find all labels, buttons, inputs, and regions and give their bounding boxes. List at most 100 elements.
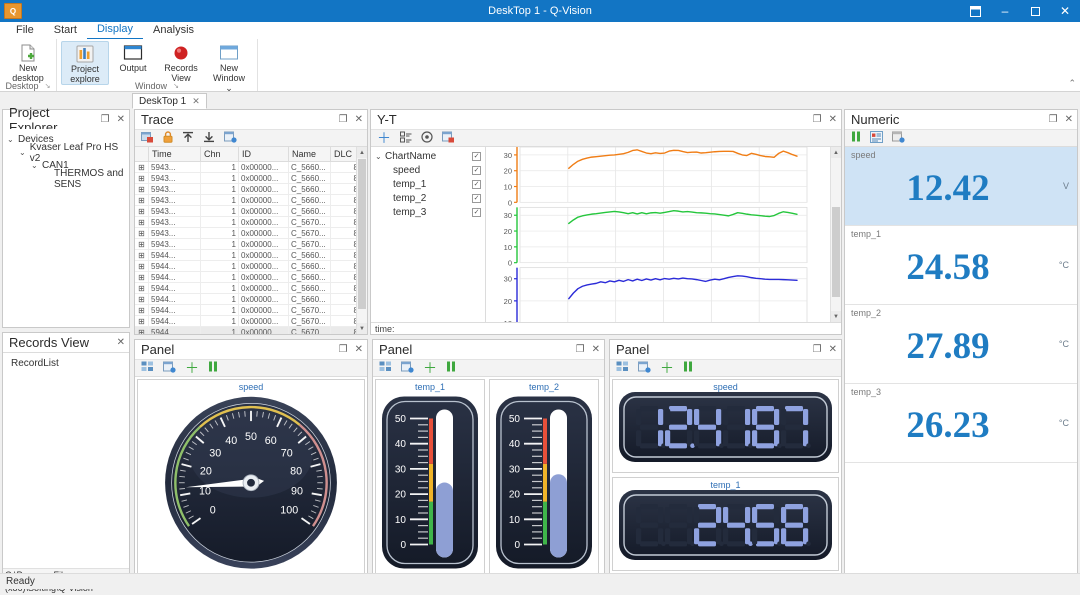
thermometer-widget-temp1[interactable]: temp_1 01020304050 (375, 379, 485, 579)
table-row[interactable]: ⊞5943...10x00000...C_5670...8EE 7F F... (135, 228, 367, 239)
trace-close-button[interactable]: ✕ (355, 115, 363, 125)
add-widget-icon[interactable] (638, 361, 651, 376)
add-signal-icon[interactable]: ＋ (377, 132, 391, 144)
yt-checkbox-temp2[interactable]: ✓ (472, 194, 481, 203)
add-widget-icon[interactable] (163, 361, 176, 376)
scroll-up-icon[interactable]: ▲ (831, 147, 841, 158)
table-row[interactable]: ⊞5943...10x00000...C_5670...8C5 7E 5... (135, 217, 367, 228)
numeric-item-temp_1[interactable]: temp_124.58°C (845, 226, 1077, 305)
table-row[interactable]: ⊞5944...10x00000...C_5670...8BF 7E 5... (135, 305, 367, 316)
trace-float-button[interactable]: ❐ (339, 115, 348, 125)
pause-icon[interactable] (851, 131, 861, 145)
table-row[interactable]: ⊞5943...10x00000...C_5660...800 00 0... (135, 206, 367, 217)
yt-tree-speed[interactable]: speed ✓ (371, 163, 485, 177)
numeric-close-button[interactable]: ✕ (1065, 115, 1073, 125)
scroll-down-icon[interactable]: ▼ (357, 323, 367, 334)
properties-icon[interactable] (870, 131, 883, 146)
table-row[interactable]: ⊞5943...10x00000...C_5660...800 00 0... (135, 195, 367, 206)
trace-col-time[interactable]: Time (149, 147, 201, 161)
table-row[interactable]: ⊞5944...10x00000...C_5670...8EF 7F F... (135, 327, 367, 334)
thermometer-widget-temp2[interactable]: temp_2 01020304050 (489, 379, 599, 579)
numeric-item-temp_2[interactable]: temp_227.89°C (845, 305, 1077, 384)
yt-float-button[interactable]: ❐ (813, 115, 822, 125)
output-button[interactable]: Output (109, 41, 157, 73)
tree-node-thermos-and-sens[interactable]: THERMOS and SENS (7, 172, 129, 185)
chevron-down-icon[interactable]: ⌄ (7, 135, 18, 144)
records-view-close-button[interactable]: ✕ (117, 338, 125, 348)
yt-checkbox-temp1[interactable]: ✓ (472, 180, 481, 189)
ribbon-display-options-icon[interactable] (960, 0, 990, 22)
chevron-down-icon[interactable]: ⌄ (31, 161, 42, 170)
yt-vertical-scrollbar[interactable]: ▲ ▼ (830, 147, 841, 322)
yt-tree-temp2[interactable]: temp_2 ✓ (371, 191, 485, 205)
layout-icon[interactable] (616, 361, 629, 375)
project-explorer-float-button[interactable]: ❐ (101, 115, 110, 125)
trace-table-body[interactable]: Time Chn ID Name DLC Data ⊞5943...10x000… (135, 147, 367, 334)
numeric-float-button[interactable]: ❐ (1049, 115, 1058, 125)
maximize-button[interactable] (1020, 0, 1050, 22)
table-row[interactable]: ⊞5944...10x00000...C_5660...800 00 0... (135, 294, 367, 305)
ribbon-collapse-button[interactable]: ⌃ (1068, 78, 1076, 89)
lcd-panel-close-button[interactable]: ✕ (829, 345, 837, 355)
yt-close-button[interactable]: ✕ (829, 115, 837, 125)
scroll-down-icon[interactable]: ▼ (831, 311, 841, 322)
pause-icon[interactable] (208, 361, 218, 375)
menu-item-analysis[interactable]: Analysis (143, 22, 204, 39)
gauge-widget[interactable]: speed 0102030405060708090100 (137, 379, 365, 579)
menu-item-display[interactable]: Display (87, 21, 143, 40)
yt-chart-area[interactable]: 01020300102030102030 ▲ ▼ (486, 147, 841, 322)
export-numeric-icon[interactable] (892, 131, 905, 146)
desktop-dialog-launcher[interactable]: ↘ (45, 81, 51, 92)
layout-icon[interactable] (379, 361, 392, 375)
thermometer-panel-close-button[interactable]: ✕ (592, 345, 600, 355)
scroll-to-bottom-icon[interactable] (203, 131, 215, 146)
plus-icon[interactable]: ＋ (660, 362, 674, 374)
yt-checkbox-temp3[interactable]: ✓ (472, 208, 481, 217)
table-row[interactable]: ⊞5944...10x00000...C_5660...800 00 0... (135, 283, 367, 294)
pause-icon[interactable] (446, 361, 456, 375)
yt-tree-chartname[interactable]: ⌄ ChartName ✓ (371, 149, 485, 163)
minimize-button[interactable]: – (990, 0, 1020, 22)
plus-icon[interactable]: ＋ (185, 362, 199, 374)
yt-checkbox-chartname[interactable]: ✓ (472, 152, 481, 161)
tab-desktop-1[interactable]: DeskTop 1 ✕ (132, 93, 207, 109)
export-chart-icon[interactable] (442, 131, 455, 146)
tree-node-kvaser-leaf-pro[interactable]: ⌄ Kvaser Leaf Pro HS v2 (7, 146, 129, 159)
plus-icon[interactable]: ＋ (423, 362, 437, 374)
records-view-button[interactable]: Records View (157, 41, 205, 83)
table-row[interactable]: ⊞5944...10x00000...C_5660...820 0F B... (135, 261, 367, 272)
close-button[interactable]: ✕ (1050, 0, 1080, 22)
project-explore-button[interactable]: Project explore (61, 41, 109, 85)
scroll-thumb[interactable] (358, 159, 366, 309)
trace-col-name[interactable]: Name (289, 147, 331, 161)
chevron-down-icon[interactable]: ⌄ (375, 152, 385, 161)
tab-close-icon[interactable]: ✕ (192, 96, 200, 107)
lcd-widget-temp1[interactable]: temp_1 (612, 477, 839, 571)
export-trace-icon[interactable] (224, 131, 237, 146)
signal-list-icon[interactable] (400, 131, 412, 146)
table-row[interactable]: ⊞5944...10x00000...C_5660...800 00 0... (135, 272, 367, 283)
scroll-thumb[interactable] (832, 207, 840, 297)
lcd-panel-float-button[interactable]: ❐ (813, 345, 822, 355)
chevron-down-icon[interactable]: ⌄ (19, 148, 30, 157)
scroll-to-top-icon[interactable] (182, 131, 194, 146)
layout-icon[interactable] (141, 361, 154, 375)
table-row[interactable]: ⊞5943...10x00000...C_5660...824 0F B... (135, 162, 367, 173)
scroll-up-icon[interactable]: ▲ (357, 147, 367, 158)
window-dialog-launcher[interactable]: ↘ (173, 81, 179, 92)
lcd-widget-speed[interactable]: speed (612, 379, 839, 473)
table-row[interactable]: ⊞5943...10x00000...C_5660...800 00 0... (135, 184, 367, 195)
thermometer-panel-float-button[interactable]: ❐ (576, 345, 585, 355)
yt-tree-temp1[interactable]: temp_1 ✓ (371, 177, 485, 191)
numeric-item-temp_3[interactable]: temp_326.23°C (845, 384, 1077, 463)
record-list-item[interactable]: RecordList (11, 358, 59, 369)
numeric-item-speed[interactable]: speed12.42V (845, 147, 1077, 226)
gauge-panel-close-button[interactable]: ✕ (355, 345, 363, 355)
table-row[interactable]: ⊞5943...10x00000...C_5660...824 0F B... (135, 173, 367, 184)
clear-trace-icon[interactable] (141, 131, 154, 146)
project-explorer-close-button[interactable]: ✕ (117, 115, 125, 125)
menu-item-file[interactable]: File (6, 22, 44, 39)
trace-col-chn[interactable]: Chn (201, 147, 239, 161)
menu-item-start[interactable]: Start (44, 22, 87, 39)
gauge-panel-float-button[interactable]: ❐ (339, 345, 348, 355)
